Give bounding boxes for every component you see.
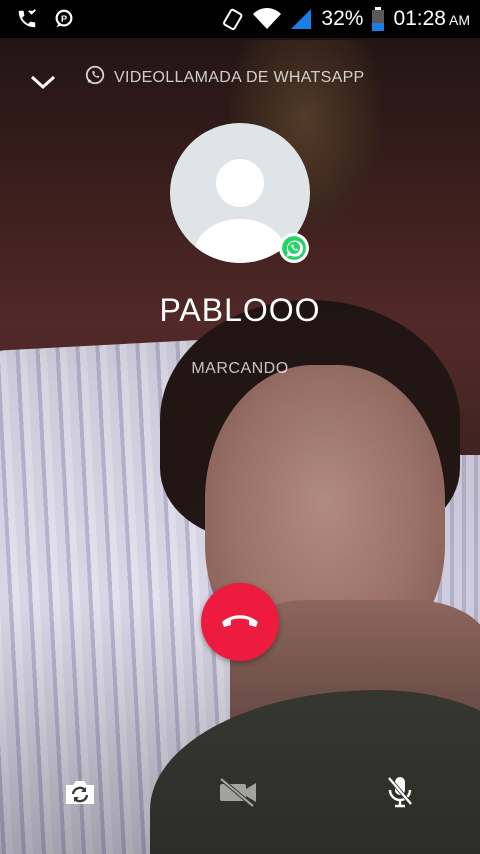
hang-up-icon — [218, 608, 262, 637]
video-off-icon — [217, 776, 259, 812]
missed-call-icon — [16, 8, 38, 30]
clock: 01:28 AM — [393, 7, 470, 31]
call-status: MARCANDO — [191, 360, 289, 377]
avatar-torso — [194, 219, 286, 263]
whatsapp-badge-icon — [279, 233, 309, 263]
clock-time: 01:28 — [393, 7, 446, 30]
call-type-label: VIDEOLLAMADA DE WHATSAPP — [114, 68, 365, 86]
signal-icon — [289, 7, 313, 31]
battery-percent: 32% — [321, 7, 364, 30]
end-call-button[interactable] — [201, 583, 279, 661]
contact-name: PABLOOO — [159, 292, 321, 328]
switch-camera-button[interactable] — [60, 776, 100, 812]
status-bar: P 32% 01:28 AM — [0, 0, 480, 38]
call-type-header: VIDEOLLAMADA DE WHATSAPP — [84, 64, 365, 91]
video-off-button[interactable] — [218, 776, 258, 812]
whatsapp-outline-icon — [84, 64, 106, 91]
chevron-down-icon[interactable] — [28, 70, 58, 94]
switch-camera-icon — [62, 777, 98, 812]
clock-ampm: AM — [449, 12, 470, 28]
battery-icon — [371, 7, 385, 31]
vibrate-icon — [221, 7, 245, 31]
mute-button[interactable] — [380, 776, 420, 812]
mic-off-icon — [384, 775, 416, 814]
avatar-head — [216, 159, 264, 207]
call-controls — [0, 770, 480, 820]
wifi-icon — [253, 8, 282, 30]
svg-text:P: P — [61, 14, 67, 24]
chat-notification-icon: P — [52, 8, 76, 30]
